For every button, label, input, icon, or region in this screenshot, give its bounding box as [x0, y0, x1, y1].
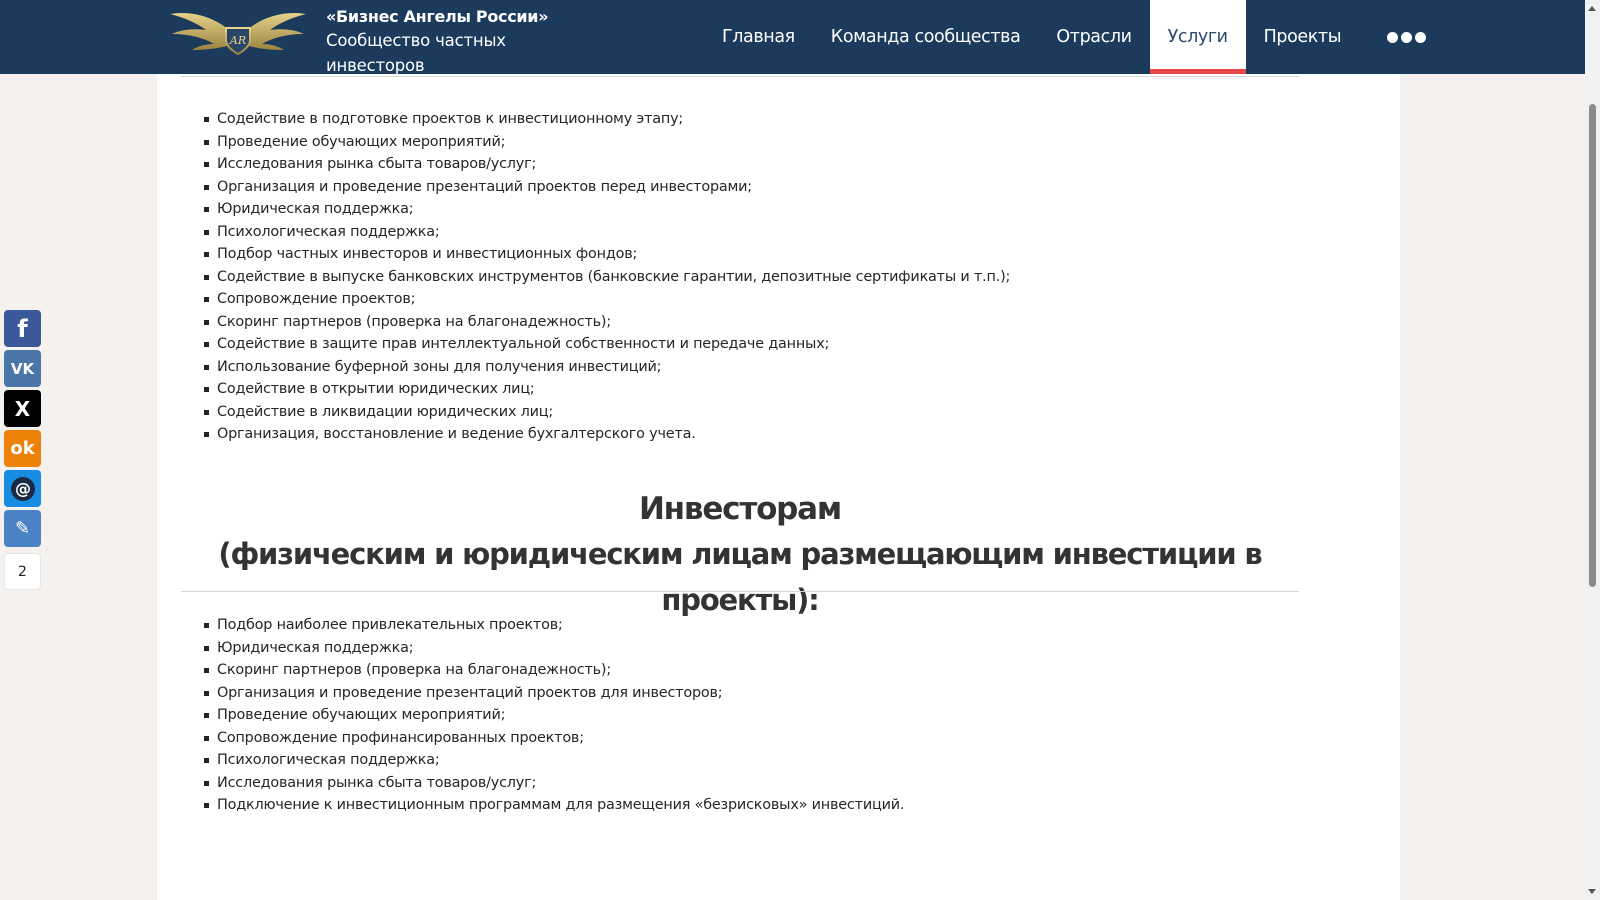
odnoklassniki-icon[interactable]: ok [4, 430, 41, 467]
nav-item-services[interactable]: Услуги [1149, 0, 1246, 74]
more-dots-icon[interactable] [1359, 0, 1449, 74]
list-item: Содействие в подготовке проектов к инвес… [203, 108, 1010, 131]
section-title: Инвесторам [638, 491, 842, 527]
list-item: Подключение к инвестиционным программам … [203, 794, 904, 817]
list-item: Исследования рынка сбыта товаров/услуг; [203, 153, 1010, 176]
list-item: Психологическая поддержка; [203, 749, 904, 772]
list-item: Скоринг партнеров (проверка на благонаде… [203, 311, 1010, 334]
investors-section-heading: Инвесторам (физическим и юридическим лиц… [181, 487, 1299, 623]
nav-item-team[interactable]: Команда сообщества [813, 0, 1039, 74]
list-item: Содействие в выпуске банковских инструме… [203, 266, 1010, 289]
scroll-up-arrow-icon[interactable] [1588, 6, 1596, 11]
main-content: Содействие в подготовке проектов к инвес… [157, 74, 1400, 900]
list-item: Сопровождение профинансированных проекто… [203, 727, 904, 750]
list-item: Юридическая поддержка; [203, 198, 1010, 221]
list-item: Проведение обучающих мероприятий; [203, 131, 1010, 154]
social-share-bar: f VK X ok @ ✎ 2 [4, 310, 42, 590]
list-item: Организация, восстановление и ведение бу… [203, 423, 1010, 446]
main-nav: Главная Команда сообщества Отрасли Услуг… [704, 0, 1449, 74]
list-item: Скоринг партнеров (проверка на благонаде… [203, 659, 904, 682]
x-twitter-icon[interactable]: X [4, 390, 41, 427]
list-item: Использование буферной зоны для получени… [203, 356, 1010, 379]
list-item: Организация и проведение презентаций про… [203, 682, 904, 705]
list-item: Юридическая поддержка; [203, 637, 904, 660]
nav-item-home[interactable]: Главная [704, 0, 813, 74]
svg-text:AR: AR [229, 34, 246, 47]
list-item: Содействие в открытии юридических лиц; [203, 378, 1010, 401]
site-header: AR «Бизнес Ангелы России» Сообщество час… [0, 0, 1585, 75]
scroll-down-arrow-icon[interactable] [1588, 889, 1596, 894]
nav-item-projects[interactable]: Проекты [1246, 0, 1360, 74]
list-item: Подбор частных инвесторов и инвестиционн… [203, 243, 1010, 266]
investor-services-list: Подбор наиболее привлекательных проектов… [203, 614, 904, 817]
list-item: Организация и проведение презентаций про… [203, 176, 1010, 199]
brand-subtitle: Сообщество частных инвесторов [326, 31, 506, 75]
brand-block[interactable]: «Бизнес Ангелы России» Сообщество частны… [326, 6, 549, 78]
nav-item-industries[interactable]: Отрасли [1038, 0, 1149, 74]
list-item: Проведение обучающих мероприятий; [203, 704, 904, 727]
project-services-list: Содействие в подготовке проектов к инвес… [203, 108, 1010, 446]
angel-wings-logo[interactable]: AR [168, 4, 308, 56]
list-item: Психологическая поддержка; [203, 221, 1010, 244]
section-subtitle: (физическим и юридическим лицам размещаю… [218, 537, 1262, 617]
scroll-thumb[interactable] [1589, 104, 1596, 587]
list-item: Сопровождение проектов; [203, 288, 1010, 311]
livejournal-icon[interactable]: ✎ [4, 510, 41, 547]
mail-ru-icon[interactable]: @ [4, 470, 41, 507]
list-item: Содействие в защите прав интеллектуально… [203, 333, 1010, 356]
svg-text:@: @ [15, 479, 31, 498]
list-item: Исследования рынка сбыта товаров/услуг; [203, 772, 904, 795]
divider [181, 591, 1299, 592]
vertical-scrollbar[interactable] [1585, 0, 1600, 900]
share-count: 2 [4, 553, 41, 590]
vk-icon[interactable]: VK [4, 350, 41, 387]
brand-title: «Бизнес Ангелы России» [326, 7, 549, 26]
list-item: Содействие в ликвидации юридических лиц; [203, 401, 1010, 424]
mail-at-icon: @ [10, 476, 35, 501]
list-item: Подбор наиболее привлекательных проектов… [203, 614, 904, 637]
facebook-icon[interactable]: f [4, 310, 41, 347]
